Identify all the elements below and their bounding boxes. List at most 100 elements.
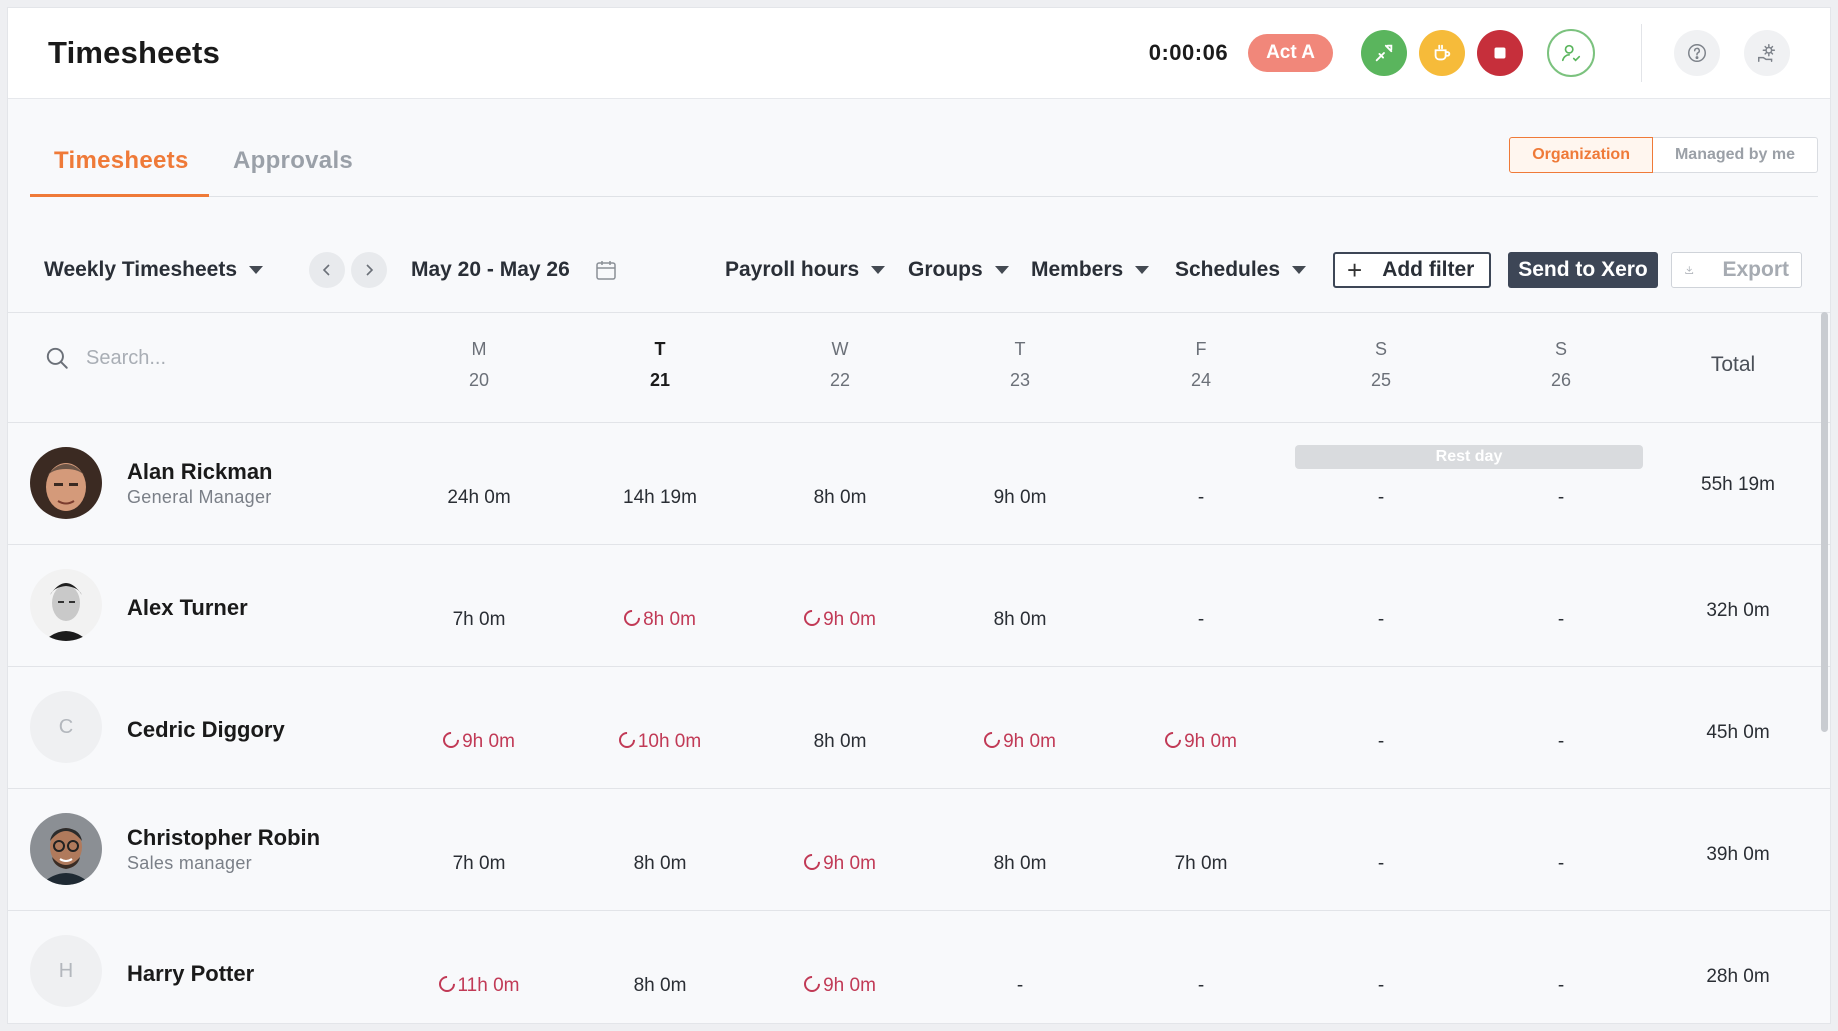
member-name[interactable]: Harry Potter xyxy=(127,961,254,987)
day-hours-cell[interactable]: 9h 0m xyxy=(765,853,915,875)
avatar-initial: H xyxy=(30,935,102,1007)
member-name[interactable]: Alex Turner xyxy=(127,595,248,621)
day-header-0: M 20 xyxy=(419,313,539,391)
switch-activity-button[interactable] xyxy=(1361,30,1407,76)
day-hours-cell[interactable]: - xyxy=(1486,975,1636,997)
day-letter: T xyxy=(1014,339,1026,359)
help-icon xyxy=(1688,44,1706,62)
day-hours-cell[interactable]: - xyxy=(1306,487,1456,509)
member-role: General Manager xyxy=(127,487,272,507)
add-filter-button[interactable]: + Add filter xyxy=(1333,252,1491,288)
day-hours-cell[interactable]: 11h 0m xyxy=(404,975,554,997)
table-row[interactable]: Christopher Robin Sales manager 7h 0m 8h 0m… xyxy=(8,789,1830,911)
scope-organization-button[interactable]: Organization xyxy=(1509,137,1653,173)
day-hours-cell[interactable]: 7h 0m xyxy=(404,609,554,631)
view-dropdown[interactable]: Weekly Timesheets xyxy=(44,258,263,282)
tab-approvals[interactable]: Approvals xyxy=(233,147,353,175)
day-hours-cell[interactable]: - xyxy=(1306,731,1456,753)
schedules-dropdown[interactable]: Schedules xyxy=(1175,258,1307,282)
day-hours-cell[interactable]: 8h 0m xyxy=(585,853,735,875)
search-input[interactable] xyxy=(86,341,326,375)
day-header-2: W 22 xyxy=(780,313,900,391)
table-scrollbar[interactable] xyxy=(1821,312,1828,732)
help-button[interactable] xyxy=(1674,30,1720,76)
day-hours-cell[interactable]: 10h 0m xyxy=(585,731,735,753)
member-role: Sales manager xyxy=(127,853,252,873)
caret-down-icon xyxy=(249,266,263,274)
day-header-1: T 21 xyxy=(600,313,720,391)
day-hours-cell[interactable]: 14h 19m xyxy=(585,487,735,509)
day-hours-cell[interactable]: 8h 0m xyxy=(765,731,915,753)
day-hours-cell[interactable]: 8h 0m xyxy=(765,487,915,509)
calendar-icon[interactable] xyxy=(594,258,618,282)
user-clock-button[interactable] xyxy=(1547,29,1595,77)
send-to-xero-button[interactable]: Send to Xero xyxy=(1508,252,1658,288)
payroll-hours-dropdown[interactable]: Payroll hours xyxy=(725,258,886,282)
total-column-header: Total xyxy=(1710,353,1756,376)
day-hours-cell[interactable]: 8h 0m xyxy=(945,609,1095,631)
table-row[interactable]: Alex Turner 7h 0m 8h 0m 9h 0m 8h 0m - - - 32h 0m xyxy=(8,545,1830,667)
page-title: Timesheets xyxy=(48,35,221,70)
table-row[interactable]: C Cedric Diggory 9h 0m 10h 0m 8h 0m 9h 0m 9h 0… xyxy=(8,667,1830,789)
day-hours-cell[interactable]: - xyxy=(945,975,1095,997)
member-name[interactable]: Alan Rickman xyxy=(127,459,273,485)
day-hours-cell[interactable]: - xyxy=(1126,609,1276,631)
day-hours-cell[interactable]: 7h 0m xyxy=(404,853,554,875)
view-dropdown-label: Weekly Timesheets xyxy=(44,258,237,281)
day-hours-cell[interactable]: - xyxy=(1306,609,1456,631)
day-hours-cell[interactable]: 9h 0m xyxy=(945,487,1095,509)
day-hours-cell[interactable]: 9h 0m xyxy=(404,731,554,753)
day-hours-cell[interactable]: - xyxy=(1126,487,1276,509)
scope-managed-by-me-button[interactable]: Managed by me xyxy=(1652,137,1818,173)
groups-label: Groups xyxy=(908,258,983,281)
day-hours-cell[interactable]: 8h 0m xyxy=(585,975,735,997)
active-tab-indicator xyxy=(30,194,209,197)
day-hours-cell[interactable]: 7h 0m xyxy=(1126,853,1276,875)
day-hours-cell[interactable]: - xyxy=(1486,731,1636,753)
export-button[interactable]: Export xyxy=(1671,252,1802,288)
day-hours-cell[interactable]: 9h 0m xyxy=(1126,731,1276,753)
date-range-label[interactable]: May 20 - May 26 xyxy=(411,258,570,282)
day-hours-cell[interactable]: - xyxy=(1486,487,1636,509)
caret-down-icon xyxy=(1135,266,1150,274)
day-hours-cell[interactable]: 9h 0m xyxy=(945,731,1095,753)
day-hours-cell[interactable]: - xyxy=(1126,975,1276,997)
row-total: 45h 0m xyxy=(1706,722,1770,743)
top-actions: 0:00:06 Act A xyxy=(1149,24,1790,82)
next-week-button[interactable] xyxy=(351,252,387,288)
day-hours-cell[interactable]: 9h 0m xyxy=(765,975,915,997)
current-activity-pill[interactable]: Act A xyxy=(1248,34,1333,72)
day-letter: T xyxy=(654,339,666,359)
break-button[interactable] xyxy=(1419,30,1465,76)
member-name[interactable]: Christopher Robin xyxy=(127,825,320,851)
day-header-3: T 23 xyxy=(960,313,1080,391)
groups-dropdown[interactable]: Groups xyxy=(908,258,1009,282)
row-total: 55h 19m xyxy=(1701,474,1775,495)
table-row[interactable]: Alan Rickman General Manager Rest day 24h 0… xyxy=(8,423,1830,545)
member-name[interactable]: Cedric Diggory xyxy=(127,717,285,743)
table-row[interactable]: H Harry Potter 11h 0m 8h 0m 9h 0m - - - - 28h 0m xyxy=(8,911,1830,1023)
chevron-right-icon xyxy=(366,264,374,276)
top-bar: Timesheets 0:00:06 Act A xyxy=(8,8,1830,99)
stop-timer-button[interactable] xyxy=(1477,30,1523,76)
table-header: M 20 T 21 W 22 T 23 F 24 S 25 S 26 Total xyxy=(8,313,1830,423)
day-hours-cell[interactable]: 8h 0m xyxy=(945,853,1095,875)
day-hours-cell[interactable]: 8h 0m xyxy=(585,609,735,631)
row-total: 32h 0m xyxy=(1706,600,1770,621)
day-hours-cell[interactable]: - xyxy=(1486,853,1636,875)
prev-week-button[interactable] xyxy=(309,252,345,288)
day-number: 21 xyxy=(649,370,671,390)
day-hours-cell[interactable]: 24h 0m xyxy=(404,487,554,509)
add-filter-label: Add filter xyxy=(1382,258,1475,281)
filter-toolbar: Weekly Timesheets May 20 - May 26 Payrol… xyxy=(8,244,1830,296)
day-hours-cell[interactable]: 9h 0m xyxy=(765,609,915,631)
day-hours-cell[interactable]: - xyxy=(1486,609,1636,631)
day-hours-cell[interactable]: - xyxy=(1306,975,1456,997)
caret-down-icon xyxy=(1292,266,1307,274)
day-hours-cell[interactable]: - xyxy=(1306,853,1456,875)
settings-button[interactable] xyxy=(1744,30,1790,76)
day-header-6: S 26 xyxy=(1501,313,1621,391)
day-letter: M xyxy=(471,339,487,359)
members-dropdown[interactable]: Members xyxy=(1031,258,1150,282)
tab-timesheets[interactable]: Timesheets xyxy=(54,147,189,175)
